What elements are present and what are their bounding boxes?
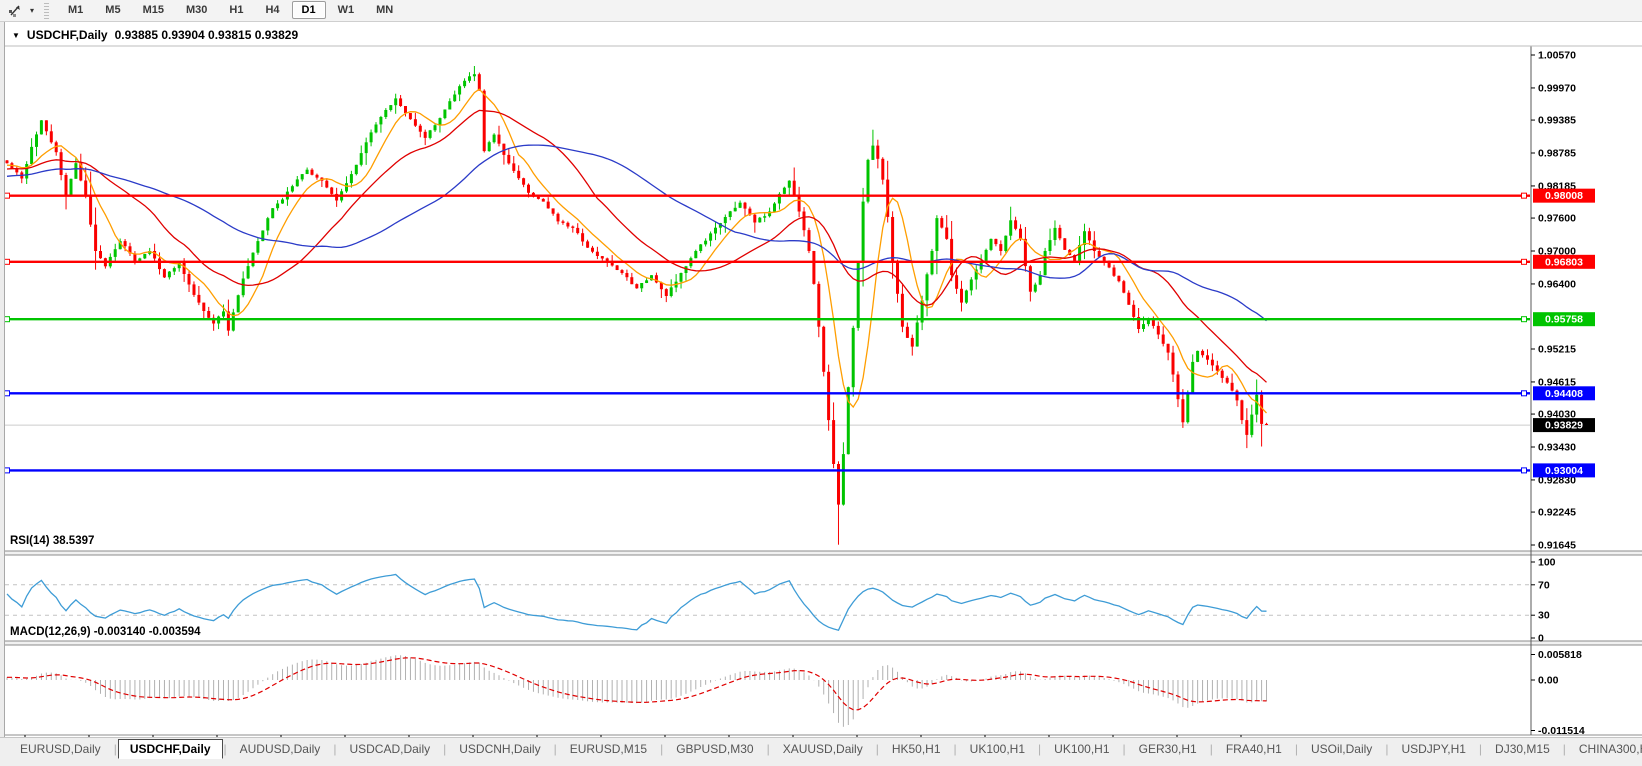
ma-fast-line <box>7 89 1267 413</box>
hline-handle[interactable] <box>5 259 10 264</box>
current-price-badge-label: 0.93829 <box>1545 420 1583 432</box>
price-tick-label: 0.91645 <box>1538 540 1576 552</box>
hline-badge-label: 0.93004 <box>1545 465 1583 477</box>
ma-slow-line <box>7 145 1267 321</box>
tab-audusd-daily[interactable]: AUDUSD,Daily <box>228 739 333 759</box>
window-left-edge <box>0 22 5 766</box>
timeframe-button-mn[interactable]: MN <box>366 1 403 19</box>
price-tick-label: 0.98785 <box>1538 148 1576 160</box>
hline-badge-label: 0.94408 <box>1545 388 1583 400</box>
tab-usdchf-daily[interactable]: USDCHF,Daily <box>118 739 223 759</box>
price-tick-label: 0.99970 <box>1538 82 1576 94</box>
symbol-dropdown-icon[interactable]: ▼ <box>12 31 20 40</box>
hline-badge-label: 0.98008 <box>1545 190 1583 202</box>
tab-hk50-h1[interactable]: HK50,H1 <box>880 739 953 759</box>
price-tick-label: 1.00570 <box>1538 50 1576 62</box>
mt4-window: ▾ M1M5M15M30H1H4D1W1MN 1.00570 0.99970 0.9… <box>0 0 1642 766</box>
rsi-tick-label: 30 <box>1538 610 1550 622</box>
hline-handle[interactable] <box>1522 193 1527 198</box>
hline-handle[interactable] <box>1522 468 1527 473</box>
price-tick-label: 0.92245 <box>1538 507 1576 519</box>
price-tick-label: 0.97600 <box>1538 213 1576 225</box>
macd-tick-label: 0.00 <box>1538 675 1559 687</box>
rsi-indicator-label: RSI(14) 38.5397 <box>10 535 94 547</box>
ma-mid-line <box>7 110 1267 382</box>
hline-handle[interactable] <box>5 391 10 396</box>
tab-usdcad-daily[interactable]: USDCAD,Daily <box>337 739 442 759</box>
rsi-tick-label: 70 <box>1538 579 1550 591</box>
chart-symbol-title: ▼ USDCHF,Daily 0.93885 0.93904 0.93815 0… <box>12 28 298 42</box>
tab-xauusd-daily[interactable]: XAUUSD,Daily <box>771 739 875 759</box>
tab-china300-h4[interactable]: CHINA300,H4 <box>1567 739 1642 759</box>
macd-tick-label: -0.011514 <box>1538 725 1585 737</box>
timeframe-button-m5[interactable]: M5 <box>95 1 130 19</box>
timeframe-button-m1[interactable]: M1 <box>58 1 93 19</box>
candles-layer <box>6 66 1269 545</box>
timeframe-button-h4[interactable]: H4 <box>255 1 289 19</box>
tab-gbpusd-m30[interactable]: GBPUSD,M30 <box>664 739 765 759</box>
chart-canvas[interactable]: 1.005700.999700.993850.987850.981850.976… <box>0 44 1642 759</box>
timeframe-button-d1[interactable]: D1 <box>292 1 326 19</box>
price-tick-label: 0.96400 <box>1538 278 1576 290</box>
timeframe-button-w1[interactable]: W1 <box>328 1 365 19</box>
tab-eurusd-daily[interactable]: EURUSD,Daily <box>8 739 113 759</box>
hline-handle[interactable] <box>5 193 10 198</box>
macd-tick-label: 0.005818 <box>1538 649 1582 661</box>
pane-separator[interactable] <box>0 641 1642 645</box>
tab-fra40-h1[interactable]: FRA40,H1 <box>1214 739 1294 759</box>
timeframe-button-m15[interactable]: M15 <box>133 1 174 19</box>
toolbar-separator <box>44 3 49 19</box>
rsi-line <box>7 575 1267 631</box>
chevron-down-icon[interactable]: ▾ <box>30 6 34 15</box>
tab-usdjpy-h1[interactable]: USDJPY,H1 <box>1389 739 1477 759</box>
pane-separator[interactable] <box>0 551 1642 555</box>
rsi-tick-label: 100 <box>1538 557 1556 569</box>
hline-badge-label: 0.96803 <box>1545 256 1583 268</box>
price-tick-label: 0.99385 <box>1538 115 1576 127</box>
chart-frame: 1.005700.999700.993850.987850.981850.976… <box>0 22 1642 737</box>
crosshair-pointer-icon[interactable] <box>0 2 30 20</box>
hline-handle[interactable] <box>1522 391 1527 396</box>
hline-handle[interactable] <box>1522 259 1527 264</box>
timeframe-buttons: M1M5M15M30H1H4D1W1MN <box>57 4 404 17</box>
hline-handle[interactable] <box>5 317 10 322</box>
price-tick-label: 0.95215 <box>1538 344 1576 356</box>
tab-uk100-h1[interactable]: UK100,H1 <box>1042 739 1121 759</box>
hline-badge-label: 0.95758 <box>1545 314 1583 326</box>
tab-usdcnh-daily[interactable]: USDCNH,Daily <box>447 739 552 759</box>
rsi-tick-label: 0 <box>1538 633 1544 645</box>
symbol-name: USDCHF,Daily <box>27 28 108 42</box>
timeframe-button-m30[interactable]: M30 <box>176 1 217 19</box>
price-tick-label: 0.93430 <box>1538 442 1576 454</box>
symbol-ohlc: 0.93885 0.93904 0.93815 0.93829 <box>115 28 299 42</box>
tab-uk100-h1[interactable]: UK100,H1 <box>958 739 1037 759</box>
tab-dj30-m15[interactable]: DJ30,M15 <box>1483 739 1562 759</box>
tab-usoil-daily[interactable]: USOil,Daily <box>1299 739 1384 759</box>
macd-histogram <box>7 655 1267 727</box>
timeframe-button-h1[interactable]: H1 <box>219 1 253 19</box>
chart-tab-bar: EURUSD,Daily|USDCHF,Daily|AUDUSD,Daily|U… <box>0 737 1642 766</box>
toolbar: ▾ M1M5M15M30H1H4D1W1MN <box>0 0 1642 22</box>
tab-ger30-h1[interactable]: GER30,H1 <box>1127 739 1209 759</box>
tab-eurusd-m15[interactable]: EURUSD,M15 <box>558 739 659 759</box>
hline-handle[interactable] <box>1522 317 1527 322</box>
chart-tabs: EURUSD,Daily|USDCHF,Daily|AUDUSD,Daily|U… <box>8 738 1642 760</box>
hline-handle[interactable] <box>5 468 10 473</box>
macd-indicator-label: MACD(12,26,9) -0.003140 -0.003594 <box>10 626 201 638</box>
